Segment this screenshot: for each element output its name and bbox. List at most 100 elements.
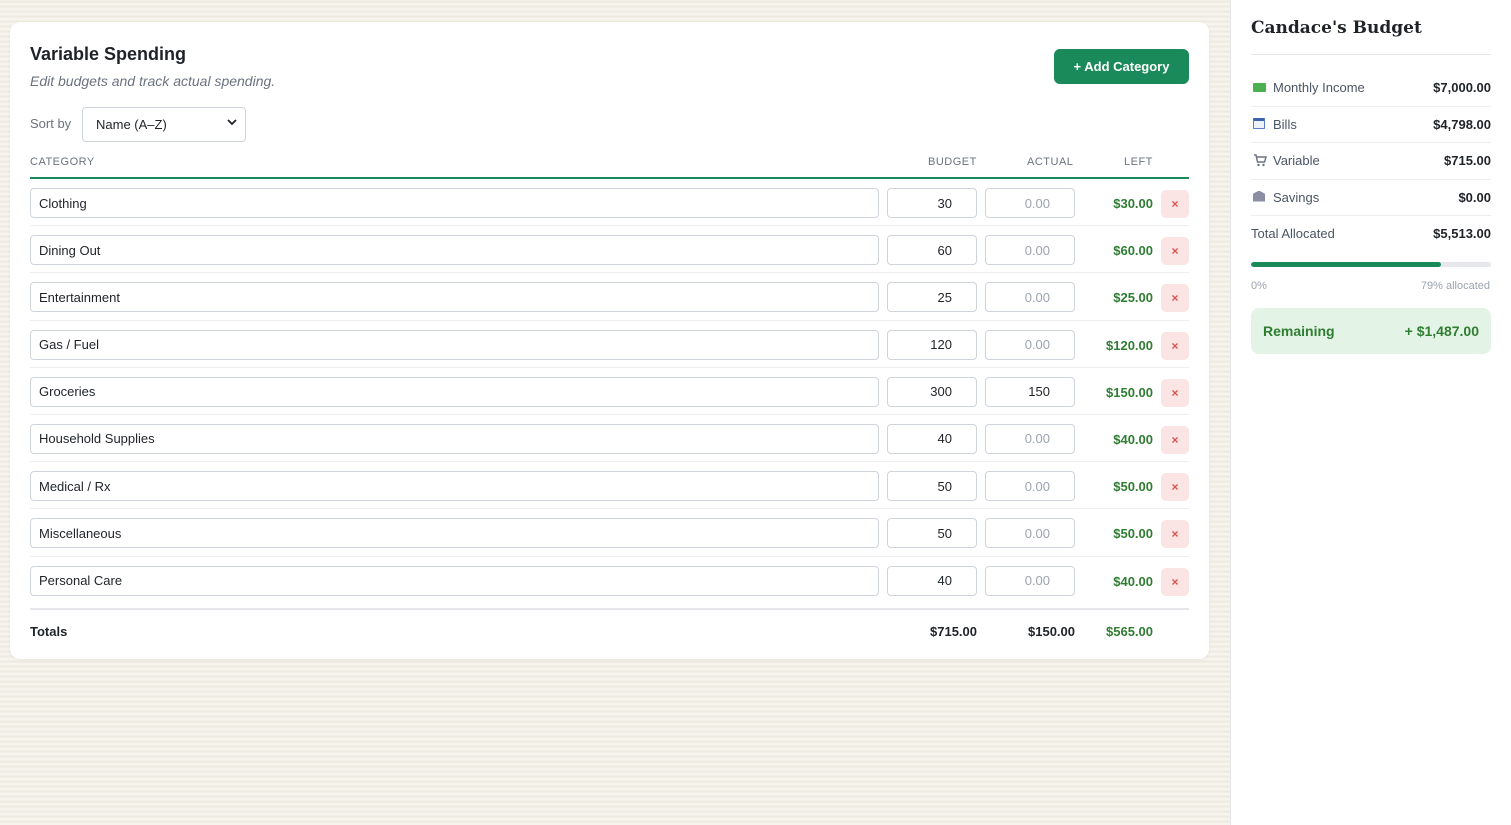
budget-input[interactable]: 40 [887,565,977,596]
delete-category-button[interactable]: × [1161,331,1189,360]
delete-category-button[interactable]: × [1161,520,1189,549]
close-icon: × [1171,244,1179,259]
close-icon: × [1171,527,1179,542]
delete-category-button[interactable]: × [1161,284,1189,313]
close-icon: × [1171,338,1179,353]
summary-label: Savings [1273,189,1320,205]
totals-label: Totals [30,624,68,639]
close-icon: × [1171,197,1179,211]
table-row: Personal Care 40 0.00 $40.00 × [30,557,1189,604]
table-row: Dining Out 60 0.00 $60.00 × [30,226,1189,274]
summary-row-monthly-income: Monthly Income $7,000.00 [1251,70,1491,107]
close-icon: × [1171,432,1179,447]
category-name-input[interactable]: Dining Out [30,235,879,266]
remaining-label: Remaining [1263,323,1335,339]
actual-input[interactable]: 0.00 [985,565,1075,596]
delete-category-button[interactable]: × [1161,378,1189,407]
allocation-progress-bar [1251,262,1491,267]
actual-input[interactable]: 0.00 [985,282,1075,313]
variable-spending-card: Variable Spending Edit budgets and track… [10,22,1209,659]
summary-label: Variable [1273,153,1320,168]
budget-input[interactable]: 40 [887,423,977,454]
remaining-panel: Remaining + $1,487.00 [1251,308,1491,354]
category-name-input[interactable]: Gas / Fuel [30,329,879,360]
chevron-down-icon [227,117,237,130]
category-name-input[interactable]: Medical / Rx [30,471,879,502]
summary-value: $5,513.00 [1433,226,1491,241]
budget-input[interactable]: 50 [887,518,977,549]
summary-row-variable: Variable $715.00 [1251,143,1491,180]
left-amount: $60.00 [1113,243,1153,259]
summary-label: Total Allocated [1251,226,1335,241]
allocation-progress-fill [1251,262,1441,267]
delete-category-button[interactable]: × [1161,237,1189,266]
add-category-button[interactable]: + Add Category [1054,49,1189,84]
delete-category-button[interactable]: × [1161,425,1189,454]
left-amount: $120.00 [1106,337,1153,353]
actual-input[interactable]: 150 [985,376,1075,407]
sort-selected-value: Name (A–Z) [96,117,167,132]
left-amount: $50.00 [1113,479,1153,495]
totals-actual: $150.00 [1028,624,1075,639]
summary-row-total-allocated: Total Allocated $5,513.00 [1251,216,1491,253]
column-header-left: LEFT [1124,156,1153,168]
progress-min-label: 0% [1251,280,1267,292]
category-list: Clothing 30 0.00 $30.00 × Dining Out 60 0.00 $60… [30,179,1189,604]
summary-label: Monthly Income [1273,80,1365,95]
left-amount: $40.00 [1113,431,1153,447]
actual-input[interactable]: 0.00 [985,423,1075,454]
table-row: Household Supplies 40 0.00 $40.00 × [30,415,1189,463]
page-subtitle: Edit budgets and track actual spending. [30,73,276,89]
sidebar-title: Candace's Budget [1251,18,1422,38]
budget-input[interactable]: 300 [887,376,977,407]
actual-input[interactable]: 0.00 [985,188,1075,218]
category-name-input[interactable]: Entertainment [30,282,879,313]
sort-label: Sort by [30,116,72,131]
column-header-category: CATEGORY [30,156,95,168]
category-name-input[interactable]: Clothing [30,188,879,218]
summary-value: $7,000.00 [1433,80,1491,95]
table-row: Clothing 30 0.00 $30.00 × [30,179,1189,227]
sort-select[interactable]: Name (A–Z) [82,107,246,142]
delete-category-button[interactable]: × [1161,473,1189,502]
actual-input[interactable]: 0.00 [985,329,1075,360]
category-name-input[interactable]: Miscellaneous [30,518,879,549]
close-icon: × [1171,385,1179,400]
summary-value: $715.00 [1444,153,1491,168]
summary-list: Monthly Income $7,000.00 Bills $4,798.00… [1251,70,1491,253]
close-icon: × [1171,574,1179,589]
budget-summary-sidebar: Candace's Budget Monthly Income $7,000.0… [1230,0,1511,825]
calendar-icon [1253,117,1267,132]
delete-category-button[interactable]: × [1161,190,1189,218]
left-amount: $25.00 [1113,290,1153,306]
close-icon: × [1171,480,1179,495]
actual-input[interactable]: 0.00 [985,471,1075,502]
actual-input[interactable]: 0.00 [985,235,1075,266]
left-amount: $50.00 [1113,526,1153,542]
remaining-value: + $1,487.00 [1404,323,1479,339]
totals-left: $565.00 [1106,624,1153,639]
table-row: Gas / Fuel 120 0.00 $120.00 × [30,321,1189,368]
category-name-input[interactable]: Personal Care [30,565,879,596]
close-icon: × [1171,291,1179,306]
bank-icon [1253,190,1267,205]
table-row: Groceries 300 150 $150.00 × [30,368,1189,415]
budget-input[interactable]: 60 [887,235,977,266]
summary-value: $4,798.00 [1433,116,1491,132]
table-header: CATEGORY BUDGET ACTUAL LEFT [30,152,1189,179]
table-row: Miscellaneous 50 0.00 $50.00 × [30,509,1189,557]
actual-input[interactable]: 0.00 [985,518,1075,549]
summary-label: Bills [1273,116,1297,132]
category-name-input[interactable]: Groceries [30,376,879,407]
budget-input[interactable]: 50 [887,471,977,502]
totals-row: Totals $715.00 $150.00 $565.00 [30,608,1189,648]
left-amount: $40.00 [1113,573,1153,589]
budget-input[interactable]: 120 [887,329,977,360]
delete-category-button[interactable]: × [1161,567,1189,596]
budget-input[interactable]: 30 [887,188,977,218]
money-icon [1253,81,1267,95]
summary-row-savings: Savings $0.00 [1251,180,1491,216]
budget-input[interactable]: 25 [887,282,977,313]
totals-budget: $715.00 [930,624,977,639]
category-name-input[interactable]: Household Supplies [30,423,879,454]
